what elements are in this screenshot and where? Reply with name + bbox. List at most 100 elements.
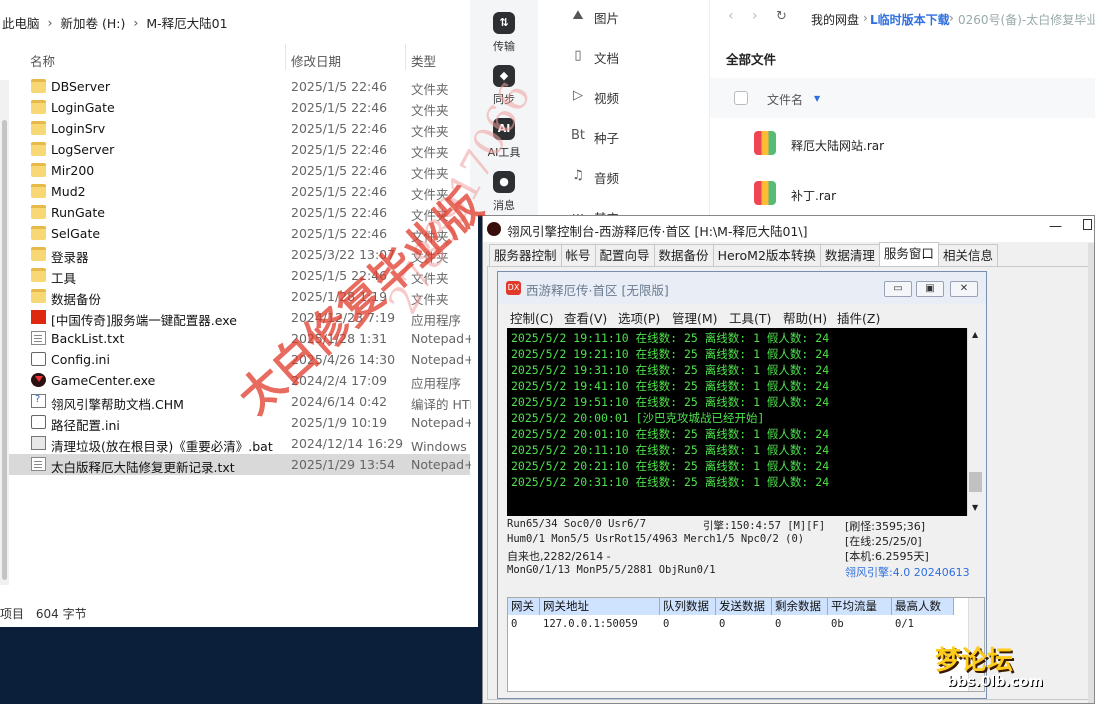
forum-logo-title: 梦论坛 <box>935 646 1014 676</box>
file-name: Config.ini <box>51 352 110 367</box>
category-item[interactable]: ▷ 视频 <box>573 88 620 107</box>
file-row[interactable]: 路径配置.ini 2025/1/9 10:19 Notepad++ <box>0 412 471 433</box>
folder-icon <box>31 289 46 303</box>
menu-item[interactable]: 控制(C) <box>510 308 553 327</box>
file-name-column[interactable]: 文件名 <box>767 91 803 108</box>
table-header[interactable]: 网关 <box>508 598 540 615</box>
service-menu-bar: 控制(C) 查看(V) 选项(P) 管理(M) 工具(T) 帮助(H) 插件(Z) <box>498 306 986 326</box>
category-item[interactable]: ♫ 音频 <box>572 168 620 187</box>
sidebar-label: 传输 <box>493 40 515 53</box>
stat-mon: MonG0/1/13 MonP5/5/2881 ObjRun0/1 <box>507 564 716 576</box>
file-row[interactable]: 清理垃圾(放在根目录)《重要必清》.bat 2024/12/14 16:29 Win… <box>0 433 471 454</box>
file-row[interactable]: DBServer 2025/1/5 22:46 文件夹 <box>0 76 470 97</box>
category-item[interactable]: Bt 种子 <box>571 128 619 147</box>
tab-7[interactable]: 相关信息 <box>937 244 998 266</box>
menu-item[interactable]: 查看(V) <box>564 308 607 327</box>
file-row[interactable]: LogServer 2025/1/5 22:46 文件夹 <box>0 139 470 160</box>
file-row[interactable]: 翎风引擎帮助文档.CHM 2024/6/14 0:42 编译的 HTML <box>0 391 471 412</box>
menu-item[interactable]: 帮助(H) <box>783 308 827 327</box>
menu-item[interactable]: 工具(T) <box>729 308 771 327</box>
tab-5[interactable]: 数据清理 <box>819 244 880 266</box>
folder-icon <box>31 79 46 93</box>
file-name: 登录器 <box>51 250 89 265</box>
file-type: Notepad++ <box>411 457 471 472</box>
table-header[interactable]: 队列数据 <box>660 598 716 615</box>
table-cell: 127.0.0.1:50059 <box>543 618 638 630</box>
tab-1[interactable]: 帐号 <box>560 244 596 266</box>
category-label: 视频 <box>594 91 620 106</box>
app-logo-icon <box>487 222 501 236</box>
nav-folder-2[interactable]: 0260号(备)-太白修复毕业 <box>958 11 1095 28</box>
file-date: 2025/1/5 22:46 <box>291 142 388 157</box>
scrollbar[interactable] <box>0 80 9 585</box>
close-button[interactable]: ✕ <box>950 281 978 297</box>
cloud-file-1[interactable]: 释厄大陆网站.rar <box>791 137 884 154</box>
file-row[interactable]: Mud2 2025/1/5 22:46 文件夹 <box>0 181 470 202</box>
category-item[interactable]: ▯ 文档 <box>574 48 620 67</box>
file-row[interactable]: Mir200 2025/1/5 22:46 文件夹 <box>0 160 470 181</box>
sidebar-item-transfer[interactable]: ⇅ 传输 <box>470 12 538 54</box>
file-name: 数据备份 <box>51 292 102 307</box>
nav-root[interactable]: 我的网盘 <box>811 11 859 28</box>
table-header[interactable]: 网关地址 <box>540 598 660 615</box>
refresh-icon[interactable]: ↻ <box>776 9 787 24</box>
category-label: 音频 <box>594 171 620 186</box>
table-header[interactable]: 平均流量 <box>828 598 892 615</box>
tab-6[interactable]: 服务窗口 <box>878 242 939 266</box>
menu-item[interactable]: 选项(P) <box>618 308 660 327</box>
log-console: 2025/5/2 19:11:10 在线数: 25 离线数: 1 假人数: 24… <box>507 328 967 516</box>
tab-0[interactable]: 服务器控制 <box>489 244 562 266</box>
table-header[interactable]: 剩余数据 <box>772 598 828 615</box>
back-arrow-icon[interactable]: ‹ <box>728 8 734 24</box>
file-name: [中国传奇]服务端一键配置器.exe <box>51 313 237 328</box>
stat-online: [在线:25/25/0] <box>845 535 922 548</box>
menu-item[interactable]: 插件(Z) <box>837 308 880 327</box>
stat-hum: Hum0/1 Mon5/5 UsrRot15/4963 Merch1/5 Npc… <box>507 533 805 545</box>
table-header[interactable]: 最高人数 <box>892 598 954 615</box>
file-row[interactable]: 太白版释厄大陆修复更新记录.txt 2025/1/29 13:54 Notepad+… <box>0 454 471 475</box>
breadcrumb-this-pc[interactable]: 此电脑 <box>2 13 40 32</box>
forward-arrow-icon[interactable]: › <box>752 8 758 24</box>
file-date: 2024/6/14 0:42 <box>291 394 388 409</box>
column-name[interactable]: 名称 <box>30 51 55 70</box>
file-name: Mir200 <box>51 163 95 178</box>
column-date[interactable]: 修改日期 <box>291 51 341 70</box>
file-date: 2025/1/5 22:46 <box>291 226 388 241</box>
select-all-checkbox[interactable] <box>734 91 748 105</box>
column-type[interactable]: 类型 <box>411 51 436 70</box>
file-date: 2025/1/5 22:46 <box>291 79 388 94</box>
file-row[interactable]: LoginSrv 2025/1/5 22:46 文件夹 <box>0 118 470 139</box>
tab-3[interactable]: 数据备份 <box>653 244 714 266</box>
breadcrumb-drive[interactable]: 新加卷 (H:) <box>61 13 126 32</box>
cloud-file-2[interactable]: 补丁.rar <box>791 187 836 204</box>
forum-logo-url: bbs.0lb.com <box>947 674 1044 690</box>
log-line: 2025/5/2 20:21:10 在线数: 25 离线数: 1 假人数: 24 <box>511 459 830 473</box>
file-type: 文件夹 <box>411 124 449 139</box>
nav-folder-1[interactable]: L临时版本下载 <box>870 11 950 28</box>
cloud-category-list: ⛰图片▯文档▷视频Bt种子♫音频⋯其它 <box>538 0 710 226</box>
file-row[interactable]: LoginGate 2025/1/5 22:46 文件夹 <box>0 97 470 118</box>
table-header[interactable]: 发送数据 <box>716 598 772 615</box>
file-type: 编译的 HTML <box>411 397 471 412</box>
file-name: 太白版释厄大陆修复更新记录.txt <box>51 460 235 475</box>
tab-2[interactable]: 配置向导 <box>594 244 655 266</box>
log-line: 2025/5/2 19:11:10 在线数: 25 离线数: 1 假人数: 24 <box>511 331 830 345</box>
category-label: 文档 <box>594 51 620 66</box>
maximize-icon[interactable] <box>1083 219 1092 230</box>
maximize-button[interactable]: ▣ <box>916 281 944 297</box>
minimize-button[interactable]: ▭ <box>884 281 912 297</box>
console-scrollbar[interactable]: ▲ ▼ <box>967 328 983 516</box>
tab-4[interactable]: HeroM2版本转换 <box>712 244 821 266</box>
file-type: Notepad++ <box>411 331 471 346</box>
breadcrumb-folder[interactable]: M-释厄大陆01 <box>146 13 227 32</box>
side-scrollbar[interactable] <box>1088 243 1094 703</box>
file-name: LoginGate <box>51 100 115 115</box>
folder-icon <box>31 226 46 240</box>
batch-file-icon <box>31 436 46 450</box>
minimize-icon[interactable]: — <box>1049 219 1062 234</box>
stat-version: 翎风引擎:4.0 20240613 <box>845 566 970 579</box>
file-row[interactable]: BackList.txt2025/1/28 1:31Notepad++ <box>0 328 471 349</box>
sort-down-icon[interactable]: ▼ <box>814 94 820 103</box>
menu-item[interactable]: 管理(M) <box>672 308 718 327</box>
category-item[interactable]: ⛰ 图片 <box>573 8 619 27</box>
